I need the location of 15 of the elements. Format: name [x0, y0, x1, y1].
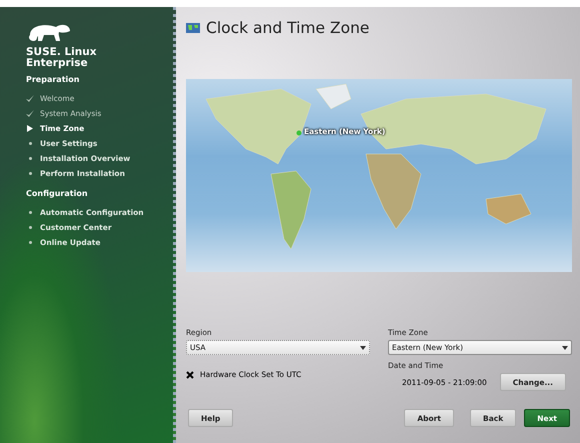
- bullet-icon: [28, 142, 32, 144]
- triangle-icon: [27, 124, 33, 132]
- map-icon: [186, 23, 200, 33]
- bullet-icon: [28, 156, 32, 160]
- bullet-icon: [28, 226, 32, 228]
- bullet-icon: [28, 240, 32, 244]
- section-title: Preparation: [26, 75, 80, 84]
- checkbox[interactable]: [186, 370, 194, 378]
- page-title: Clock and Time Zone: [206, 19, 370, 37]
- caret-icon: [357, 344, 369, 352]
- bullet-icon: [28, 172, 32, 174]
- caret-icon: [559, 344, 571, 352]
- bullet-icon: [28, 210, 32, 214]
- section-title: Configuration: [26, 189, 89, 198]
- brand-name: SUSE. Linux Enterprise: [26, 47, 98, 69]
